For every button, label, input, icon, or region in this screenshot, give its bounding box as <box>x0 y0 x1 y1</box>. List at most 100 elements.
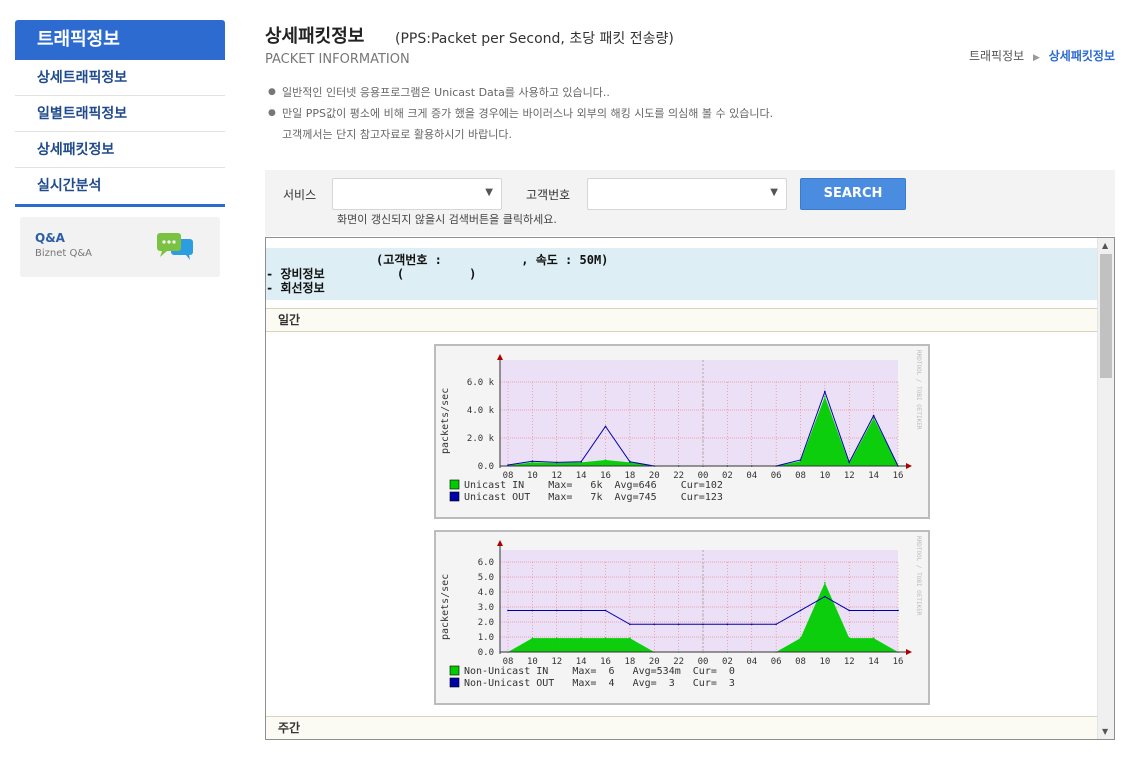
g2-point <box>726 623 729 626</box>
bullet-icon: ● <box>268 108 276 118</box>
qa-title: Q&A <box>35 231 65 245</box>
graph-unicast-ylabel: packets/sec <box>440 388 451 454</box>
g2-ytick: 3.0 <box>478 603 494 613</box>
g1-ytick: 6.0 k <box>467 378 495 388</box>
sidebar-item-detail-traffic[interactable]: 상세트래픽정보 <box>15 60 225 96</box>
g2-legend-swatch <box>449 677 460 688</box>
graph-unicast-watermark: RRDTOOL / TOBI OETIKER <box>915 350 922 430</box>
g1-xtick: 08 <box>795 471 806 481</box>
chat-bubbles-icon <box>157 233 193 260</box>
g2-legend-text: Non-Unicast IN Max= 6 Avg=534m Cur= 0 <box>464 666 735 677</box>
g2-point <box>897 609 899 612</box>
g2-xtick: 14 <box>868 657 879 667</box>
g2-xtick: 16 <box>893 657 904 667</box>
g1-point <box>629 461 631 463</box>
g2-point <box>848 637 851 639</box>
sidebar-menu: 상세트래픽정보 일별트래픽정보 상세패킷정보 실시간분석 <box>15 60 225 207</box>
g2-xtick: 04 <box>746 657 757 667</box>
note-line-3: 고객께서는 단지 참고자료로 활용하시기 바랍니다. <box>282 128 513 141</box>
g2-point <box>872 637 875 639</box>
search-button[interactable]: SEARCH <box>800 178 906 210</box>
g2-point <box>653 623 656 626</box>
g2-xtick: 08 <box>795 657 806 667</box>
g2-xtick: 06 <box>771 657 782 667</box>
breadcrumb-separator-icon: ▶ <box>1033 53 1040 63</box>
g2-xtick: 10 <box>819 657 830 667</box>
g1-legend-text: Unicast OUT Max= 7k Avg=745 Cur=123 <box>464 492 723 503</box>
g1-point <box>799 459 802 461</box>
g1-xtick: 14 <box>868 471 879 481</box>
g2-point <box>629 623 631 626</box>
scroll-down-icon[interactable]: ▼ <box>1102 727 1108 736</box>
g1-point <box>604 425 607 428</box>
g2-ytick: 2.0 <box>478 618 494 628</box>
sidebar-item-detail-packet[interactable]: 상세패킷정보 <box>15 132 225 168</box>
g2-point <box>531 637 534 639</box>
g2-point <box>555 609 558 612</box>
g1-xtick: 02 <box>722 471 733 481</box>
g1-xtick: 06 <box>771 471 782 481</box>
breadcrumb-item-current: 상세패킷정보 <box>1048 49 1115 63</box>
section-daily: 일간 <box>266 308 1098 332</box>
search-hint: 화면이 갱신되지 않을시 검색버튼을 클릭하세요. <box>337 213 557 226</box>
qa-box[interactable]: Q&A Biznet Q&A <box>20 217 220 277</box>
notes: ● 일반적인 인터넷 응용프로그램은 Unicast Data를 사용하고 있습니… <box>268 82 773 145</box>
g2-point <box>799 609 802 612</box>
g2-ytick: 4.0 <box>478 588 494 598</box>
search-panel: 서비스 ▼ 고객번호 ▼ SEARCH 화면이 갱신되지 않을시 검색버튼을 클… <box>265 170 1115 236</box>
g1-point <box>848 461 851 464</box>
page-subtitle: (PPS:Packet per Second, 초당 패킷 전송량) <box>395 31 674 47</box>
scroll-up-icon[interactable]: ▲ <box>1102 241 1108 250</box>
note-line-1: 일반적인 인터넷 응용프로그램은 Unicast Data를 사용하고 있습니다… <box>282 86 610 99</box>
graph-unicast-svg: packets/sec 6.0 k 4.0 k 2.0 k 0.0 08 10 12 14 1… <box>440 354 912 503</box>
sidebar-item-realtime[interactable]: 실시간분석 <box>15 168 225 204</box>
g2-point <box>580 637 582 639</box>
g2-point <box>629 637 631 639</box>
sidebar-title: 트래픽정보 <box>15 20 225 60</box>
scrollbar[interactable]: ▲ ▼ <box>1097 238 1114 739</box>
breadcrumb-item-traffic[interactable]: 트래픽정보 <box>969 49 1024 63</box>
g1-xtick: 12 <box>844 471 855 481</box>
g1-legend-text: Unicast IN Max= 6k Avg=646 Cur=102 <box>464 480 723 491</box>
bullet-icon: ● <box>268 87 276 97</box>
service-select[interactable]: ▼ <box>332 178 502 210</box>
g2-point <box>677 623 680 626</box>
g1-legend-swatch <box>449 491 460 502</box>
g2-point <box>872 609 875 612</box>
graph-nonunicast-ylabel: packets/sec <box>440 574 451 640</box>
g1-ytick: 4.0 k <box>467 406 495 416</box>
graph-unicast: packets/sec 6.0 k 4.0 k 2.0 k 0.0 08 10 12 14 1… <box>434 344 930 519</box>
g2-point <box>580 609 582 612</box>
g2-point <box>775 623 777 626</box>
page-title: 상세패킷정보 <box>265 26 365 47</box>
chevron-down-icon: ▼ <box>485 187 493 198</box>
g1-xtick: 10 <box>819 471 830 481</box>
note-line-2: 만일 PPS값이 평소에 비해 크게 증가 했을 경우에는 바이러스나 외부의 … <box>282 107 774 120</box>
sidebar-item-daily-traffic[interactable]: 일별트래픽정보 <box>15 96 225 132</box>
g2-point <box>604 609 607 612</box>
g1-point <box>824 390 826 393</box>
g1-point <box>555 461 558 464</box>
g2-point <box>799 637 802 639</box>
g2-legend-swatch <box>449 665 460 676</box>
g1-ytick: 0.0 <box>478 462 494 472</box>
customer-label: 고객번호 <box>526 188 571 202</box>
g1-point <box>531 460 534 462</box>
chevron-down-icon: ▼ <box>770 187 778 198</box>
g1-point <box>824 395 826 398</box>
graph-nonunicast-watermark: RRDTOOL / TOBI OETIKER <box>915 536 922 616</box>
g2-legend-text: Non-Unicast OUT Max= 4 Avg= 3 Cur= 3 <box>464 678 735 689</box>
g1-xtick: 16 <box>893 471 904 481</box>
scroll-thumb[interactable] <box>1100 254 1112 378</box>
g2-ytick: 6.0 <box>478 558 494 568</box>
info-box: (고객번호 : , 속도 : 50M) - 장비정보 ( ) - 회선정보 <box>266 248 1098 300</box>
g2-point <box>555 637 558 639</box>
customer-select[interactable]: ▼ <box>587 178 787 210</box>
qa-subtitle: Biznet Q&A <box>35 248 92 259</box>
g2-point <box>531 609 534 612</box>
g2-ytick: 1.0 <box>478 633 494 643</box>
info-line: - 회선정보 <box>266 281 325 295</box>
g1-xtick: 04 <box>746 471 757 481</box>
g2-point <box>848 609 851 612</box>
g2-xtick: 12 <box>844 657 855 667</box>
